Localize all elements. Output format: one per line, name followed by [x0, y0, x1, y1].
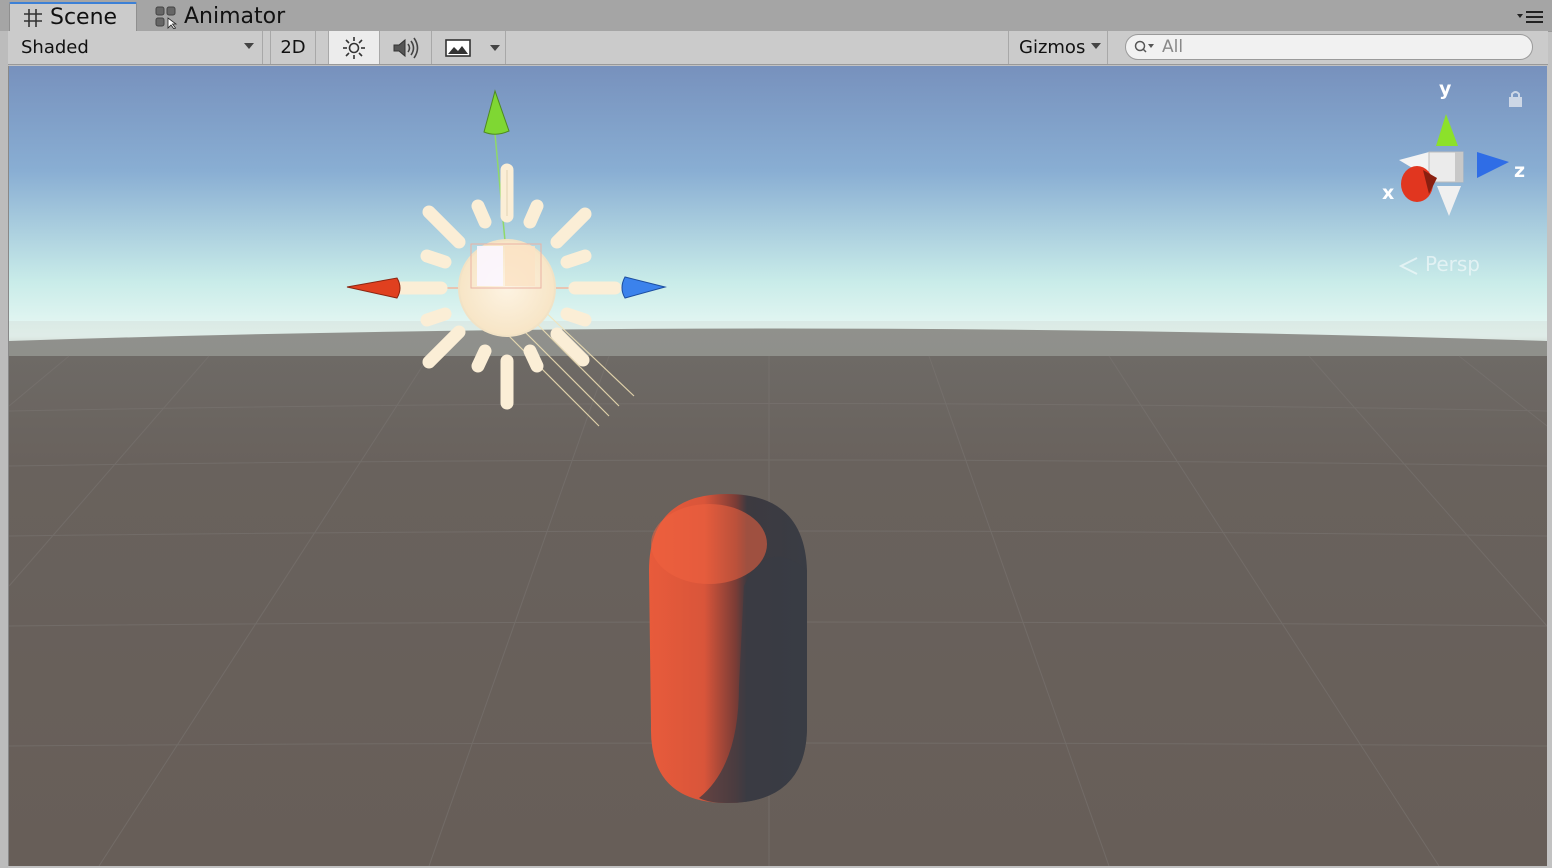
horizon-haze [9, 321, 1547, 356]
image-icon [445, 38, 471, 57]
capsule-object[interactable] [649, 494, 807, 803]
toggle-effects-button[interactable] [432, 31, 484, 64]
search-input[interactable] [1158, 37, 1522, 57]
speaker-icon [393, 37, 418, 58]
tab-animator-label: Animator [184, 4, 286, 29]
projection-label[interactable]: Persp [1425, 252, 1480, 276]
hierarchy-search-box[interactable] [1125, 34, 1533, 60]
gizmos-label: Gizmos [1019, 37, 1086, 58]
toggle-2d-button[interactable]: 2D [270, 31, 316, 64]
window-tab-bar: Scene Animator [0, 0, 1552, 32]
toggle-lighting-button[interactable] [328, 31, 380, 64]
tab-scene-label: Scene [50, 5, 118, 30]
toggle-audio-button[interactable] [380, 31, 432, 64]
shading-mode-dropdown[interactable]: Shaded [8, 31, 263, 64]
tab-animator[interactable]: Animator [150, 2, 310, 31]
gizmo-axis-y-label: y [1439, 78, 1452, 100]
search-icon [1134, 40, 1154, 53]
chevron-down-icon [489, 44, 500, 51]
hash-icon [24, 8, 42, 27]
shading-mode-label: Shaded [21, 37, 89, 58]
gizmos-dropdown[interactable]: Gizmos [1008, 31, 1108, 64]
tab-scene[interactable]: Scene [9, 2, 137, 31]
scene-viewport[interactable]: y x z Persp [8, 66, 1547, 866]
chevron-down-icon [244, 43, 254, 49]
chevron-down-icon [1091, 43, 1101, 49]
toggle-2d-label: 2D [280, 37, 306, 58]
sun-icon [343, 36, 365, 59]
panel-menu-icon[interactable] [1516, 9, 1544, 25]
effects-dropdown-button[interactable] [484, 31, 506, 64]
scene-toolbar: Shaded 2D Gizmos All [8, 31, 1548, 65]
animator-icon [155, 6, 178, 29]
gizmo-axis-z-label: z [1514, 160, 1526, 182]
window-left-edge [0, 31, 8, 868]
gizmo-axis-x-label: x [1382, 182, 1395, 204]
